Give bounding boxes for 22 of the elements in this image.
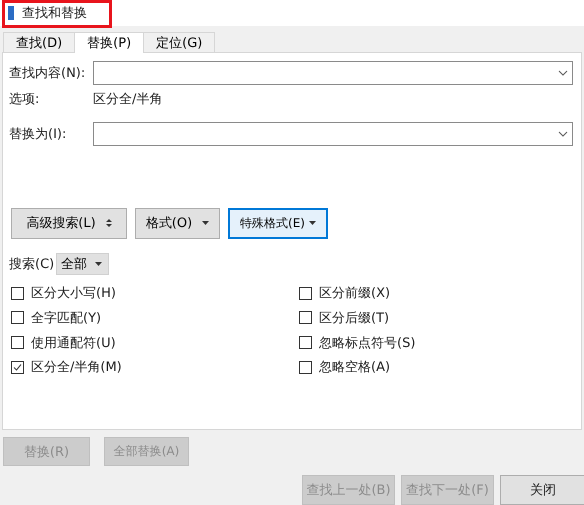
tab[interactable]: 查找(D) — [3, 32, 76, 53]
options-value: 区分全/半角 — [93, 90, 162, 108]
checkbox-option[interactable]: 区分全/半角(M) — [9, 354, 297, 380]
checkbox-option[interactable]: 全字匹配(Y) — [9, 306, 297, 330]
checkbox-option[interactable]: 区分大小写(H) — [9, 280, 297, 306]
toolbar-button[interactable]: 特殊格式(E) — [228, 208, 328, 239]
toolbar-button[interactable]: 格式(O) — [135, 208, 220, 239]
search-dropdown[interactable]: 全部 — [56, 252, 110, 275]
toolbar-button[interactable]: 高级搜索(L) — [11, 208, 127, 239]
field-label: 查找内容(N): — [9, 64, 86, 82]
search-label: 搜索(C) — [9, 256, 54, 273]
checkbox-option[interactable]: 忽略空格(A) — [297, 354, 573, 380]
checkbox-option[interactable]: 使用通配符(U) — [9, 330, 297, 355]
checkbox-option[interactable]: 区分前缀(X) — [297, 280, 573, 306]
checkbox-option[interactable]: 区分后缀(T) — [297, 306, 573, 330]
window-title: 查找和替换 — [22, 4, 87, 22]
action-button[interactable]: 关闭 — [500, 475, 584, 505]
checkbox-option[interactable]: 忽略标点符号(S) — [297, 330, 573, 355]
tab[interactable]: 替换(P) — [74, 32, 144, 53]
options-label: 选项: — [9, 90, 40, 108]
tab[interactable]: 定位(G) — [143, 32, 216, 53]
field-label: 替换为(I): — [9, 126, 68, 143]
